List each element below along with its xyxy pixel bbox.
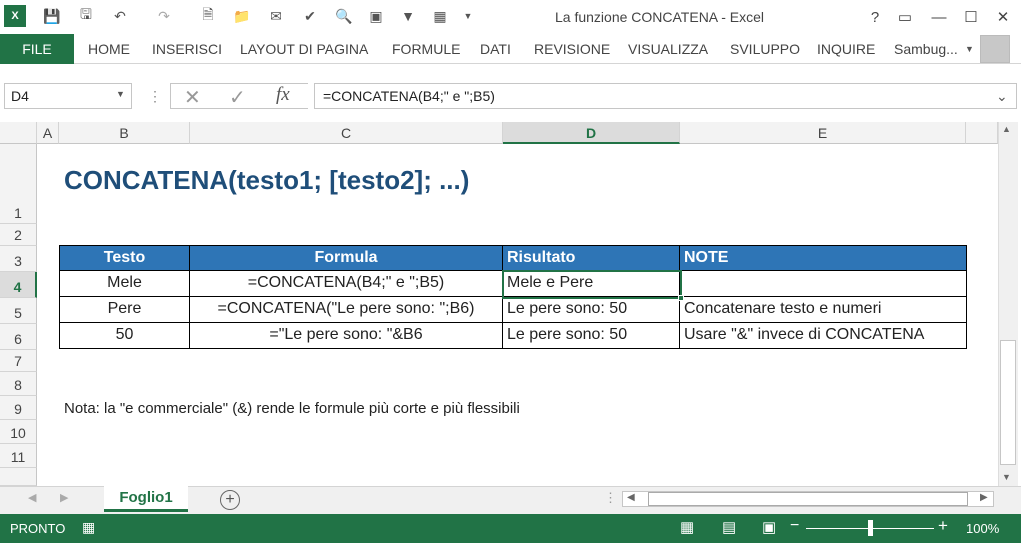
table-cell[interactable]: Pere xyxy=(59,297,190,323)
vertical-scroll-thumb[interactable] xyxy=(1000,340,1016,465)
column-header-a[interactable]: A xyxy=(37,122,59,144)
scroll-up-icon[interactable]: ▲ xyxy=(1002,124,1011,134)
tab-file[interactable]: FILE xyxy=(0,34,74,64)
select-all-corner[interactable] xyxy=(0,122,37,144)
more-icon: ⋮ xyxy=(604,490,617,505)
row-header-10[interactable]: 10 xyxy=(0,420,37,444)
table-header-formula[interactable]: Formula xyxy=(190,245,503,271)
sheet-heading[interactable]: CONCATENA(testo1; [testo2]; ...) xyxy=(64,165,469,196)
row-header-3[interactable]: 3 xyxy=(0,246,37,272)
tab-dati[interactable]: DATI xyxy=(480,34,511,64)
name-box[interactable]: D4 xyxy=(4,83,132,109)
print-preview-icon[interactable]: 🔍 xyxy=(334,6,354,26)
save-as-icon[interactable]: 🖫 xyxy=(76,6,96,26)
tab-inserisci[interactable]: INSERISCI xyxy=(152,34,222,64)
note-text[interactable]: Nota: la "e commerciale" (&) rende le fo… xyxy=(64,400,520,417)
zoom-level[interactable]: 100% xyxy=(966,521,999,536)
table-cell[interactable]: Mele e Pere xyxy=(503,271,680,297)
ribbon-display-icon[interactable]: ▭ xyxy=(890,4,920,30)
name-box-dropdown-icon[interactable]: ▼ xyxy=(116,89,125,99)
expand-formula-icon[interactable]: ⌄ xyxy=(996,88,1008,105)
find-icon[interactable]: ▣ xyxy=(366,6,386,26)
more-icon: ⋮ xyxy=(148,88,162,104)
page-break-icon[interactable]: ▣ xyxy=(762,518,776,536)
page-layout-icon[interactable]: ▤ xyxy=(722,518,736,536)
table-header-note[interactable]: NOTE xyxy=(680,245,967,271)
scroll-left-icon[interactable]: ◀ xyxy=(627,492,635,503)
close-button[interactable]: ✕ xyxy=(988,4,1018,30)
column-header-e[interactable]: E xyxy=(680,122,966,144)
tab-sviluppo[interactable]: SVILUPPO xyxy=(730,34,800,64)
filter-icon[interactable]: ▼ xyxy=(398,6,418,26)
enter-icon[interactable]: ✓ xyxy=(229,85,246,110)
column-header-extra[interactable] xyxy=(966,122,998,144)
row-header-2[interactable]: 2 xyxy=(0,224,37,246)
row-header-1[interactable]: 1 xyxy=(0,144,37,224)
undo-icon[interactable]: ↶ xyxy=(110,6,130,26)
sheet-tab-foglio1[interactable]: Foglio1 xyxy=(104,486,188,512)
new-file-icon[interactable]: 🗎 xyxy=(198,6,218,26)
column-header-c[interactable]: C xyxy=(190,122,503,144)
status-ready: PRONTO xyxy=(10,521,66,536)
row-header-12[interactable] xyxy=(0,468,37,486)
spelling-icon[interactable]: ✔ xyxy=(300,6,320,26)
row-header-6[interactable]: 6 xyxy=(0,324,37,350)
tab-revisione[interactable]: REVISIONE xyxy=(534,34,610,64)
table-cell[interactable]: Concatenare testo e numeri xyxy=(680,297,967,323)
minimize-button[interactable]: — xyxy=(924,4,954,30)
table-cell[interactable]: 50 xyxy=(59,323,190,349)
zoom-slider-thumb[interactable] xyxy=(868,520,873,536)
user-dropdown-icon[interactable]: ▼ xyxy=(965,44,974,54)
tab-inquire[interactable]: INQUIRE xyxy=(817,34,875,64)
row-header-4[interactable]: 4 xyxy=(0,272,37,298)
normal-view-icon[interactable]: ▦ xyxy=(680,518,694,536)
zoom-in-icon[interactable]: + xyxy=(938,516,948,536)
table-header-testo[interactable]: Testo xyxy=(59,245,190,271)
customize-qat-icon[interactable]: ▼ xyxy=(458,6,478,26)
row-header-9[interactable]: 9 xyxy=(0,396,37,420)
avatar[interactable] xyxy=(980,35,1010,63)
save-icon[interactable]: 💾 xyxy=(42,6,62,26)
table-cell[interactable]: =CONCATENA("Le pere sono: ";B6) xyxy=(190,297,503,323)
fill-handle[interactable] xyxy=(678,295,684,301)
tab-layout[interactable]: LAYOUT DI PAGINA xyxy=(240,34,368,64)
open-folder-icon[interactable]: 📁 xyxy=(232,6,252,26)
zoom-out-icon[interactable]: − xyxy=(790,517,799,535)
help-icon[interactable]: ? xyxy=(860,4,890,30)
table-cell[interactable] xyxy=(680,271,967,297)
macro-record-icon[interactable]: ▦ xyxy=(82,519,95,536)
column-header-d[interactable]: D xyxy=(503,122,680,144)
table-cell[interactable]: Le pere sono: 50 xyxy=(503,323,680,349)
tab-home[interactable]: HOME xyxy=(88,34,130,64)
table-header-risultato[interactable]: Risultato xyxy=(503,245,680,271)
user-name[interactable]: Sambug... xyxy=(894,34,958,64)
add-sheet-icon[interactable]: + xyxy=(220,490,240,510)
table-cell[interactable]: Usare "&" invece di CONCATENA xyxy=(680,323,967,349)
formula-input[interactable]: =CONCATENA(B4;" e ";B5) xyxy=(314,83,1017,109)
maximize-button[interactable]: ☐ xyxy=(956,4,986,30)
table-cell[interactable]: ="Le pere sono: "&B6 xyxy=(190,323,503,349)
cancel-icon[interactable]: ✕ xyxy=(184,85,201,110)
insert-function-icon[interactable]: fx xyxy=(276,84,290,106)
table-cell[interactable]: Mele xyxy=(59,271,190,297)
table-cell[interactable]: Le pere sono: 50 xyxy=(503,297,680,323)
tab-visualizza[interactable]: VISUALIZZA xyxy=(628,34,708,64)
redo-icon[interactable]: ↷ xyxy=(154,6,174,26)
scroll-right-icon[interactable]: ▶ xyxy=(980,492,988,503)
email-icon[interactable]: ✉ xyxy=(266,6,286,26)
prev-sheet-icon[interactable]: ◀ xyxy=(28,491,36,504)
scroll-down-icon[interactable]: ▼ xyxy=(1002,472,1011,482)
column-header-b[interactable]: B xyxy=(59,122,190,144)
row-header-8[interactable]: 8 xyxy=(0,372,37,396)
tab-formule[interactable]: FORMULE xyxy=(392,34,460,64)
row-header-7[interactable]: 7 xyxy=(0,350,37,372)
horizontal-scroll-thumb[interactable] xyxy=(648,492,968,506)
row-header-5[interactable]: 5 xyxy=(0,298,37,324)
next-sheet-icon[interactable]: ▶ xyxy=(60,491,68,504)
table-cell[interactable]: =CONCATENA(B4;" e ";B5) xyxy=(190,271,503,297)
row-header-11[interactable]: 11 xyxy=(0,444,37,468)
image-icon[interactable]: ▦ xyxy=(430,6,450,26)
excel-logo-icon: X xyxy=(4,5,26,27)
